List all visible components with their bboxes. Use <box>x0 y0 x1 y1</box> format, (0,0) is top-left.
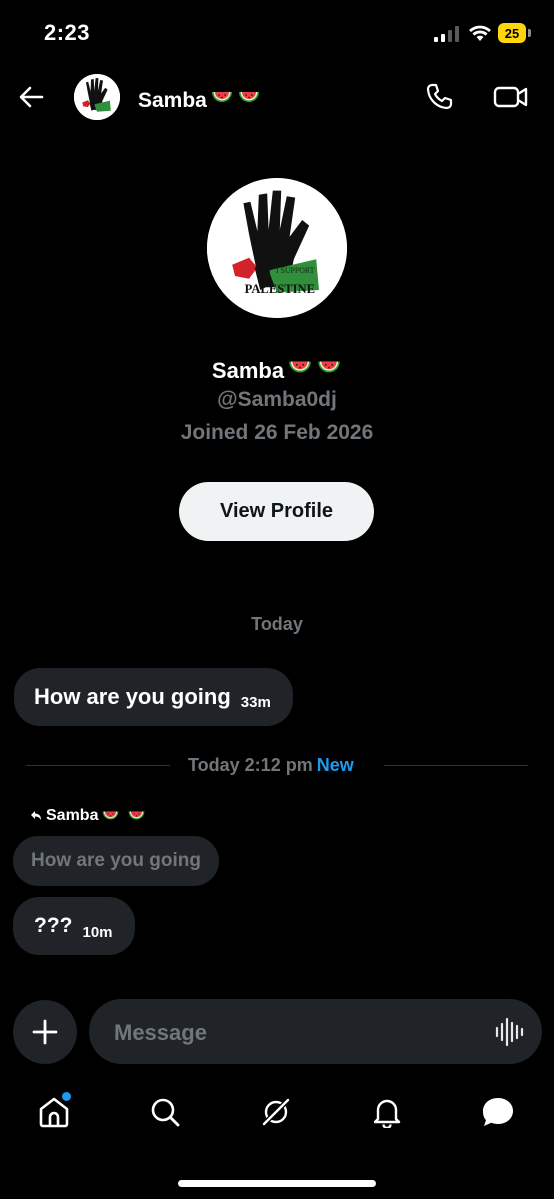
tab-notifications[interactable] <box>367 1092 407 1132</box>
message-time: 33m <box>240 693 271 711</box>
tab-grok[interactable] <box>256 1092 296 1132</box>
header-contact-name[interactable]: Samba <box>138 85 261 113</box>
message-text: How are you going <box>34 684 231 709</box>
watermelon-icon <box>287 354 313 380</box>
phone-icon <box>426 83 453 110</box>
watermelon-icon <box>101 806 120 825</box>
header-avatar[interactable] <box>74 74 120 120</box>
plus-icon <box>32 1019 58 1045</box>
battery-level: 25 <box>498 23 526 43</box>
home-indicator <box>178 1180 376 1187</box>
message-input[interactable] <box>112 999 476 1066</box>
view-profile-button[interactable]: View Profile <box>179 482 374 541</box>
back-button[interactable] <box>14 80 48 114</box>
avatar-caption-line1: I SUPPORT <box>276 266 315 275</box>
voice-waveform-icon[interactable] <box>494 1017 524 1047</box>
message-bubble[interactable]: How are you going 33m <box>14 668 293 726</box>
notification-dot <box>62 1092 71 1101</box>
cellular-signal-icon <box>434 26 459 42</box>
quoted-text: How are you going <box>31 850 201 871</box>
new-badge: New <box>316 755 354 775</box>
watermelon-icon <box>316 354 342 380</box>
profile-avatar[interactable]: I SUPPORT PALESTINE <box>207 178 347 318</box>
watermelon-icon <box>210 85 234 109</box>
tab-messages[interactable] <box>478 1092 518 1132</box>
video-call-button[interactable] <box>492 80 530 114</box>
grok-icon <box>262 1098 290 1126</box>
message-bubble[interactable]: ??? 10m <box>13 897 135 955</box>
reply-header: Samba <box>30 806 150 825</box>
arrow-left-icon <box>19 86 44 108</box>
search-icon <box>151 1098 180 1127</box>
call-button[interactable] <box>422 80 456 114</box>
status-time: 2:23 <box>44 20 91 45</box>
profile-name: Samba <box>0 354 554 384</box>
wifi-icon <box>469 25 491 41</box>
watermelon-icon <box>127 806 146 825</box>
profile-joined-date: Joined 26 Feb 2026 <box>180 421 374 444</box>
date-separator: Today <box>251 614 303 634</box>
reply-arrow-icon <box>31 810 41 820</box>
watermelon-icon <box>237 85 261 109</box>
avatar-caption-line2: PALESTINE <box>245 282 315 296</box>
battery-indicator: 25 <box>498 23 532 43</box>
new-messages-divider: Today 2:12 pm New <box>188 755 354 775</box>
video-camera-icon <box>493 86 528 108</box>
profile-handle: @Samba0dj <box>217 388 337 411</box>
quoted-message[interactable]: How are you going <box>13 836 219 886</box>
message-composer[interactable] <box>89 999 542 1066</box>
bell-icon <box>373 1099 401 1128</box>
messages-icon <box>483 1098 513 1126</box>
tab-search[interactable] <box>145 1092 185 1132</box>
add-attachment-button[interactable] <box>13 1000 77 1064</box>
divider-line <box>26 765 170 766</box>
divider-line <box>384 765 528 766</box>
message-time: 10m <box>82 923 113 941</box>
tab-home[interactable] <box>34 1092 74 1132</box>
message-text: ??? <box>34 914 73 937</box>
